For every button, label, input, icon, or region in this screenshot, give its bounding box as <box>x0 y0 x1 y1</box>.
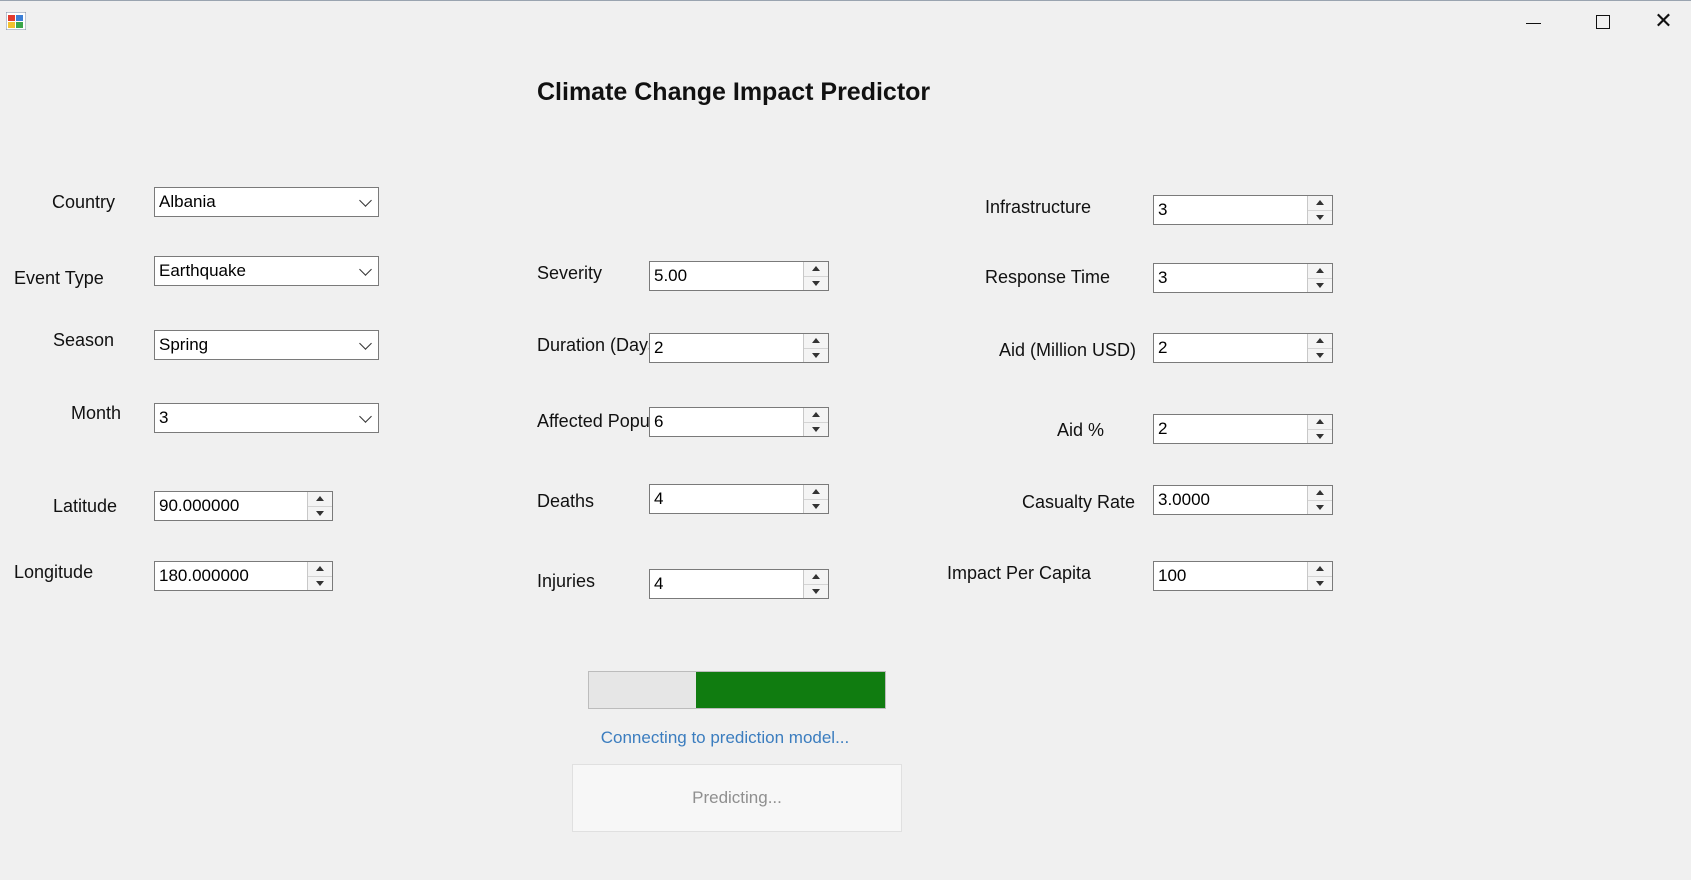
aid-percent-label: Aid % <box>1057 420 1105 440</box>
event-type-select[interactable]: Earthquake <box>154 256 379 286</box>
spin-down-button[interactable] <box>1308 501 1332 515</box>
chevron-down-icon[interactable] <box>352 331 378 359</box>
injuries-value[interactable]: 4 <box>650 570 803 598</box>
latitude-stepper[interactable]: 90.000000 <box>154 491 333 521</box>
spin-down-button[interactable] <box>804 585 828 599</box>
spin-down-button[interactable] <box>804 349 828 363</box>
impact-per-capita-value[interactable]: 100 <box>1154 562 1307 590</box>
affected-population-value[interactable]: 6 <box>650 408 803 436</box>
impact-per-capita-label: Impact Per Capita <box>947 563 1092 583</box>
spin-up-button[interactable] <box>308 492 332 507</box>
duration-stepper[interactable]: 2 <box>649 333 829 363</box>
impact-per-capita-stepper[interactable]: 100 <box>1153 561 1333 591</box>
injuries-stepper[interactable]: 4 <box>649 569 829 599</box>
injuries-label: Injuries <box>537 571 596 591</box>
severity-stepper[interactable]: 5.00 <box>649 261 829 291</box>
severity-label: Severity <box>537 263 603 283</box>
season-select[interactable]: Spring <box>154 330 379 360</box>
infrastructure-value[interactable]: 3 <box>1154 196 1307 224</box>
country-label: Country <box>52 192 116 212</box>
affected-population-label: Affected Popula <box>537 411 649 431</box>
spin-up-button[interactable] <box>1308 415 1332 430</box>
spin-down-button[interactable] <box>1308 349 1332 363</box>
spin-up-button[interactable] <box>804 262 828 277</box>
spin-up-button[interactable] <box>804 570 828 585</box>
progress-fill <box>695 672 885 708</box>
country-select[interactable]: Albania <box>154 187 379 217</box>
country-value: Albania <box>159 192 216 211</box>
maximize-icon <box>1596 15 1610 29</box>
close-icon: ✕ <box>1654 9 1673 34</box>
month-select[interactable]: 3 <box>154 403 379 433</box>
deaths-value[interactable]: 4 <box>650 485 803 513</box>
casualty-rate-value[interactable]: 3.0000 <box>1154 486 1307 514</box>
event-type-label: Event Type <box>14 268 104 288</box>
month-label: Month <box>71 403 122 423</box>
aid-million-usd-stepper[interactable]: 2 <box>1153 333 1333 363</box>
spin-up-button[interactable] <box>1308 486 1332 501</box>
spin-down-button[interactable] <box>804 423 828 437</box>
latitude-value[interactable]: 90.000000 <box>155 492 307 520</box>
spin-down-button[interactable] <box>1308 430 1332 444</box>
spin-up-button[interactable] <box>1308 264 1332 279</box>
spin-down-button[interactable] <box>1308 211 1332 225</box>
aid-percent-value[interactable]: 2 <box>1154 415 1307 443</box>
chevron-down-icon[interactable] <box>352 188 378 216</box>
season-value: Spring <box>159 335 209 354</box>
spin-up-button[interactable] <box>804 485 828 500</box>
spin-down-button[interactable] <box>1308 279 1332 293</box>
aid-million-usd-value[interactable]: 2 <box>1154 334 1307 362</box>
maximize-button[interactable] <box>1568 0 1638 44</box>
month-value: 3 <box>159 408 169 427</box>
response-time-label: Response Time <box>985 267 1111 287</box>
affected-population-stepper[interactable]: 6 <box>649 407 829 437</box>
spin-up-button[interactable] <box>308 562 332 577</box>
infrastructure-label: Infrastructure <box>985 197 1092 217</box>
close-button[interactable]: ✕ <box>1636 0 1691 44</box>
deaths-label: Deaths <box>537 491 595 511</box>
aid-million-usd-label: Aid (Million USD) <box>999 340 1137 360</box>
longitude-value[interactable]: 180.000000 <box>155 562 307 590</box>
event-type-value: Earthquake <box>159 261 246 280</box>
aid-percent-stepper[interactable]: 2 <box>1153 414 1333 444</box>
longitude-label: Longitude <box>14 562 94 582</box>
app-icon[interactable] <box>5 11 27 31</box>
spin-down-button[interactable] <box>308 577 332 591</box>
progress-bar <box>588 671 886 709</box>
title-bar <box>0 0 1691 44</box>
spin-down-button[interactable] <box>308 507 332 521</box>
chevron-down-icon[interactable] <box>352 257 378 285</box>
longitude-stepper[interactable]: 180.000000 <box>154 561 333 591</box>
infrastructure-stepper[interactable]: 3 <box>1153 195 1333 225</box>
spin-up-button[interactable] <box>804 408 828 423</box>
spin-up-button[interactable] <box>1308 334 1332 349</box>
chevron-down-icon[interactable] <box>352 404 378 432</box>
spin-down-button[interactable] <box>1308 577 1332 591</box>
spin-down-button[interactable] <box>804 500 828 514</box>
response-time-stepper[interactable]: 3 <box>1153 263 1333 293</box>
minimize-icon <box>1525 22 1541 24</box>
predict-button[interactable]: Predicting... <box>572 764 902 832</box>
spin-up-button[interactable] <box>804 334 828 349</box>
spin-up-button[interactable] <box>1308 196 1332 211</box>
casualty-rate-label: Casualty Rate <box>1022 492 1136 512</box>
deaths-stepper[interactable]: 4 <box>649 484 829 514</box>
status-text: Connecting to prediction model... <box>600 728 850 747</box>
severity-value[interactable]: 5.00 <box>650 262 803 290</box>
spin-down-button[interactable] <box>804 277 828 291</box>
page-title: Climate Change Impact Predictor <box>537 78 931 106</box>
minimize-button[interactable] <box>1498 0 1568 44</box>
duration-value[interactable]: 2 <box>650 334 803 362</box>
duration-label: Duration (Days) <box>537 335 664 355</box>
season-label: Season <box>53 330 115 350</box>
latitude-label: Latitude <box>53 496 118 516</box>
response-time-value[interactable]: 3 <box>1154 264 1307 292</box>
spin-up-button[interactable] <box>1308 562 1332 577</box>
casualty-rate-stepper[interactable]: 3.0000 <box>1153 485 1333 515</box>
